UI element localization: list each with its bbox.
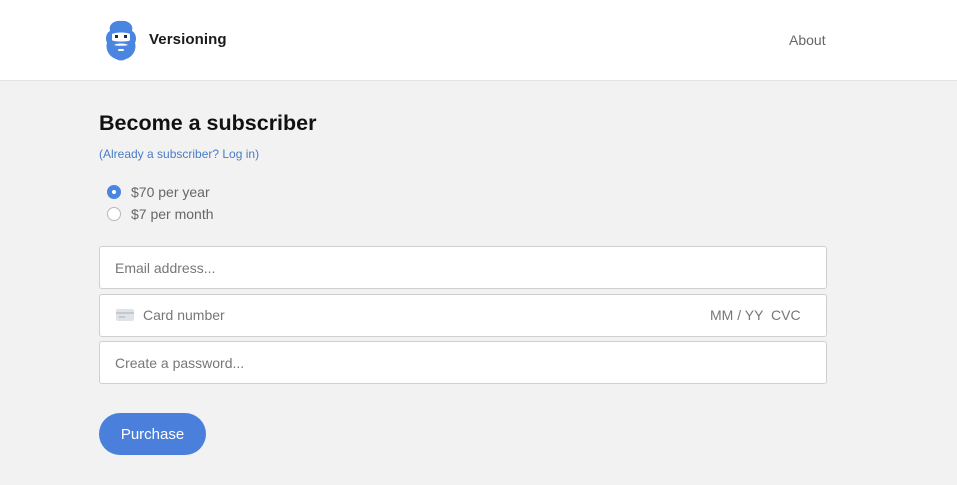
plan-option-yearly[interactable]: $70 per year [107,182,210,202]
page-title: Become a subscriber [99,111,317,135]
password-input[interactable] [100,342,826,383]
brand-name[interactable]: Versioning [149,31,227,48]
purchase-button[interactable]: Purchase [99,413,206,455]
password-field-container [99,341,827,384]
email-field-container [99,246,827,289]
card-expiry-input[interactable]: MM / YY [710,307,763,323]
plan-yearly-radio[interactable] [107,185,121,199]
card-number-input[interactable]: Card number [143,307,225,323]
card-cvc-input[interactable]: CVC [771,307,801,323]
card-field[interactable]: Card number MM / YY CVC [99,294,827,337]
plan-monthly-radio[interactable] [107,207,121,221]
site-header: Versioning About [0,0,957,81]
plan-monthly-label: $7 per month [131,206,214,222]
bearded-face-logo-icon[interactable] [102,19,140,61]
nav-about-link[interactable]: About [789,32,826,48]
plan-yearly-label: $70 per year [131,184,210,200]
plan-option-monthly[interactable]: $7 per month [107,204,214,224]
credit-card-icon [116,309,134,321]
login-link[interactable]: (Already a subscriber? Log in) [99,147,259,161]
email-input[interactable] [100,247,826,288]
